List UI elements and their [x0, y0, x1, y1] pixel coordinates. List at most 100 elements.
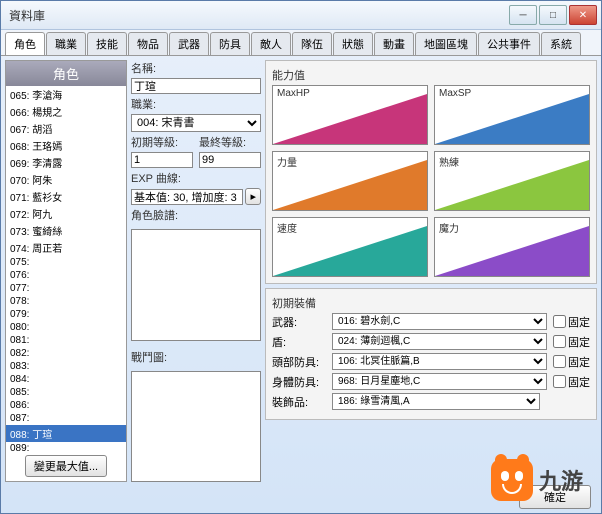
stat-box-速度[interactable]: 速度 — [272, 217, 428, 277]
equip-slot-label: 武器: — [272, 314, 326, 330]
stat-label: 速度 — [277, 220, 297, 235]
window-title: 資料庫 — [5, 7, 509, 24]
stat-box-力量[interactable]: 力量 — [272, 151, 428, 211]
list-item[interactable]: 077: — [6, 282, 126, 295]
ok-button[interactable]: 確定 — [519, 485, 591, 509]
tab-4[interactable]: 武器 — [169, 32, 209, 55]
change-max-button[interactable]: 變更最大值... — [25, 455, 107, 477]
stats-group-label: 能力值 — [272, 67, 590, 83]
equip-row: 盾: 024: 薄劍迴楓,C 固定 — [272, 333, 590, 350]
class-select[interactable]: 004: 宋青書 — [131, 114, 261, 132]
close-button[interactable]: ✕ — [569, 5, 597, 25]
list-item[interactable]: 071: 藍衫女 — [6, 188, 126, 205]
final-level-label: 最終等級: — [199, 134, 261, 150]
equip-select[interactable]: 106: 北冥住脈篇,B — [332, 353, 547, 370]
final-level-input[interactable] — [199, 152, 261, 168]
stat-box-MaxSP[interactable]: MaxSP — [434, 85, 590, 145]
list-item[interactable]: 087: — [6, 412, 126, 425]
list-item[interactable]: 075: — [6, 256, 126, 269]
battle-graphic-box[interactable] — [131, 371, 261, 483]
database-window: 資料庫 ─ □ ✕ 角色職業技能物品武器防具敵人隊伍狀態動畫地圖區塊公共事件系統… — [0, 0, 602, 514]
tab-1[interactable]: 職業 — [46, 32, 86, 55]
tab-2[interactable]: 技能 — [87, 32, 127, 55]
initial-level-input[interactable] — [131, 152, 193, 168]
stat-box-熟練[interactable]: 熟練 — [434, 151, 590, 211]
list-item[interactable]: 067: 胡滔 — [6, 120, 126, 137]
equip-slot-label: 裝飾品: — [272, 394, 326, 410]
list-item[interactable]: 083: — [6, 360, 126, 373]
tab-11[interactable]: 公共事件 — [478, 32, 540, 55]
list-item[interactable]: 089: — [6, 442, 126, 451]
tab-9[interactable]: 動畫 — [374, 32, 414, 55]
tab-12[interactable]: 系統 — [541, 32, 581, 55]
stat-label: MaxSP — [439, 88, 471, 99]
list-item[interactable]: 080: — [6, 321, 126, 334]
exp-curve-input[interactable] — [131, 189, 243, 205]
fixed-checkbox-label[interactable]: 固定 — [553, 334, 590, 350]
exp-curve-label: EXP 曲線: — [131, 170, 261, 186]
initial-equip-group: 初期裝備 武器:016: 碧水劍,C固定盾:024: 薄劍迴楓,C固定頭部防具:… — [265, 288, 597, 420]
list-item[interactable]: 082: — [6, 347, 126, 360]
maximize-button[interactable]: □ — [539, 5, 567, 25]
list-item[interactable]: 085: — [6, 386, 126, 399]
list-item[interactable]: 086: — [6, 399, 126, 412]
list-item[interactable]: 072: 阿九 — [6, 205, 126, 222]
stat-label: MaxHP — [277, 88, 310, 99]
actor-list[interactable]: 065: 李滄海066: 楊規之067: 胡滔068: 王珞嫣069: 李清露0… — [6, 86, 126, 451]
equip-slot-label: 盾: — [272, 334, 326, 350]
fixed-checkbox[interactable] — [553, 315, 566, 328]
list-item[interactable]: 079: — [6, 308, 126, 321]
list-item[interactable]: 084: — [6, 373, 126, 386]
equip-row: 頭部防具: 106: 北冥住脈篇,B 固定 — [272, 353, 590, 370]
tab-6[interactable]: 敵人 — [251, 32, 291, 55]
list-item[interactable]: 088: 丁瑄 — [6, 425, 126, 442]
list-item[interactable]: 073: 蜜綺絲 — [6, 222, 126, 239]
list-item[interactable]: 078: — [6, 295, 126, 308]
tab-7[interactable]: 隊伍 — [292, 32, 332, 55]
fixed-checkbox[interactable] — [553, 375, 566, 388]
tab-5[interactable]: 防具 — [210, 32, 250, 55]
equip-row: 裝飾品: 186: 綠雪清風,A — [272, 393, 590, 410]
tab-10[interactable]: 地圖區塊 — [415, 32, 477, 55]
fixed-checkbox-label[interactable]: 固定 — [553, 314, 590, 330]
tab-3[interactable]: 物品 — [128, 32, 168, 55]
stat-label: 力量 — [277, 154, 297, 169]
tab-0[interactable]: 角色 — [5, 32, 45, 55]
name-label: 名稱: — [131, 60, 261, 76]
initial-level-label: 初期等級: — [131, 134, 193, 150]
actor-list-header: 角色 — [6, 61, 126, 86]
exp-curve-button[interactable]: ▸ — [245, 188, 261, 205]
battle-graphic-label: 戰鬥圖: — [131, 349, 261, 365]
equip-select[interactable]: 024: 薄劍迴楓,C — [332, 333, 547, 350]
list-item[interactable]: 081: — [6, 334, 126, 347]
equip-select[interactable]: 016: 碧水劍,C — [332, 313, 547, 330]
stats-group: 能力值 MaxHP MaxSP 力量 熟練速度 魔力 — [265, 60, 597, 284]
face-label: 角色臉譜: — [131, 207, 261, 223]
equip-select[interactable]: 186: 綠雪清風,A — [332, 393, 540, 410]
fixed-checkbox[interactable] — [553, 335, 566, 348]
list-item[interactable]: 065: 李滄海 — [6, 86, 126, 103]
class-label: 職業: — [131, 96, 261, 112]
fixed-checkbox-label[interactable]: 固定 — [553, 374, 590, 390]
stat-box-MaxHP[interactable]: MaxHP — [272, 85, 428, 145]
list-item[interactable]: 074: 周正若 — [6, 239, 126, 256]
list-item[interactable]: 068: 王珞嫣 — [6, 137, 126, 154]
equip-select[interactable]: 968: 日月星塵地,C — [332, 373, 547, 390]
list-item[interactable]: 066: 楊規之 — [6, 103, 126, 120]
list-item[interactable]: 069: 李清露 — [6, 154, 126, 171]
stat-label: 熟練 — [439, 154, 459, 169]
name-input[interactable] — [131, 78, 261, 94]
equip-slot-label: 頭部防具: — [272, 354, 326, 370]
minimize-button[interactable]: ─ — [509, 5, 537, 25]
tab-8[interactable]: 狀態 — [333, 32, 373, 55]
fixed-checkbox-label[interactable]: 固定 — [553, 354, 590, 370]
stat-box-魔力[interactable]: 魔力 — [434, 217, 590, 277]
equip-slot-label: 身體防具: — [272, 374, 326, 390]
list-item[interactable]: 076: — [6, 269, 126, 282]
list-item[interactable]: 070: 阿朱 — [6, 171, 126, 188]
fixed-checkbox[interactable] — [553, 355, 566, 368]
equip-row: 武器: 016: 碧水劍,C 固定 — [272, 313, 590, 330]
titlebar: 資料庫 ─ □ ✕ — [1, 1, 601, 30]
stat-label: 魔力 — [439, 220, 459, 235]
face-graphic-box[interactable] — [131, 229, 261, 341]
